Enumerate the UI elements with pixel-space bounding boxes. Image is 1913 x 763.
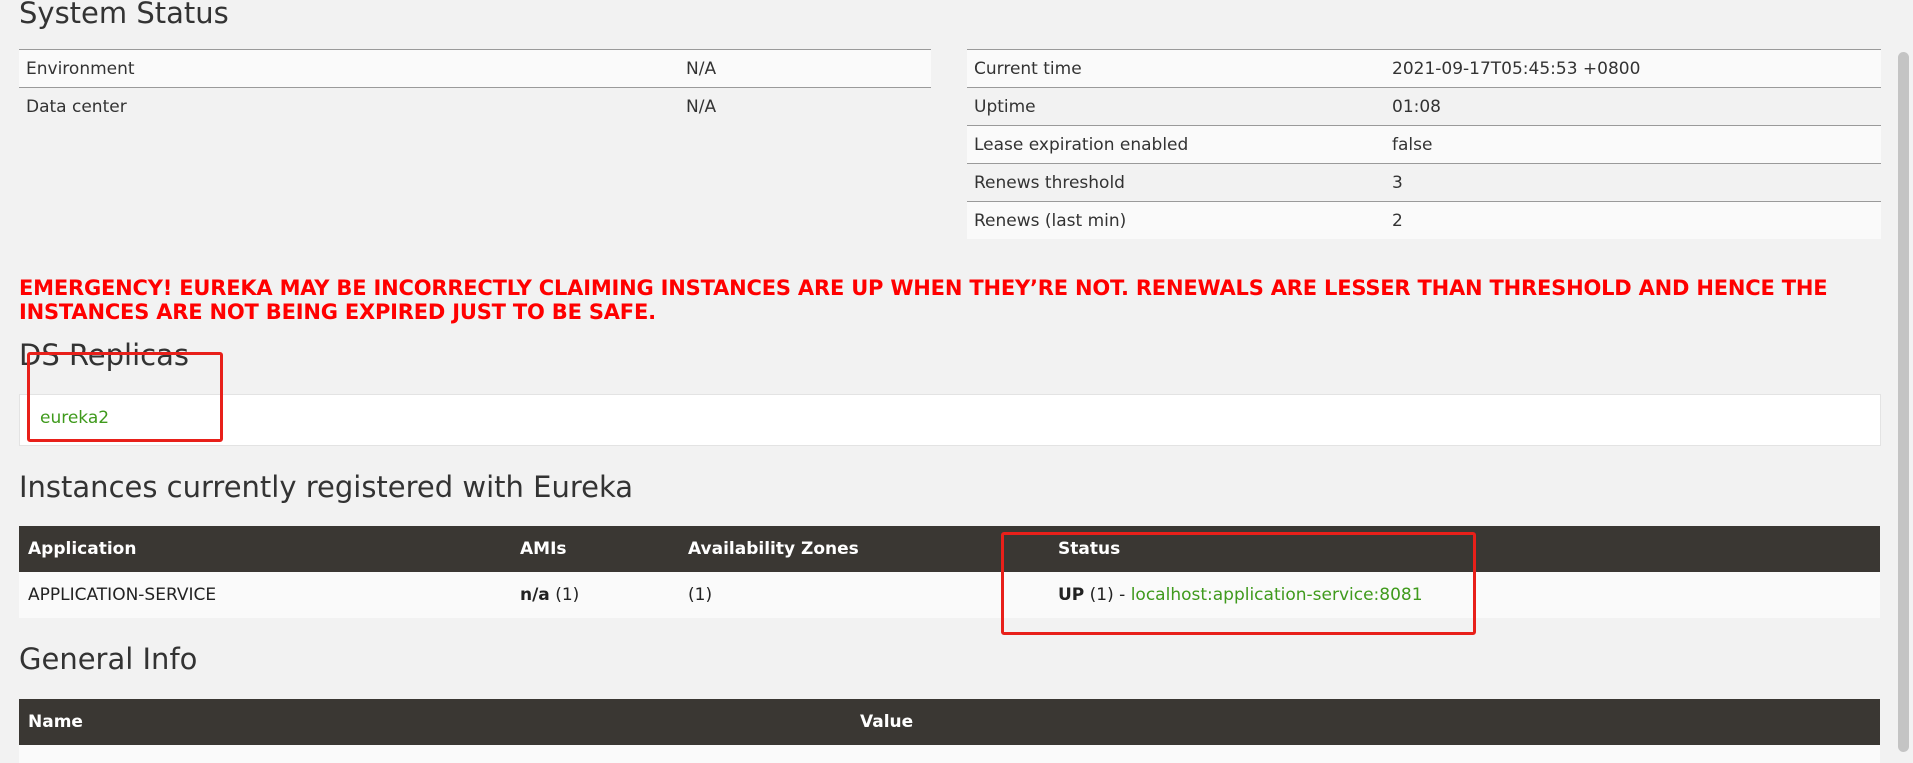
application-name: APPLICATION-SERVICE [19, 572, 511, 618]
zones-cell: (1) [679, 572, 1049, 618]
eureka-dashboard: System Status Environment N/A Data cente… [0, 0, 1913, 763]
current-time-value: 2021-09-17T05:45:53 +0800 [1385, 49, 1881, 88]
uptime-value: 01:08 [1385, 87, 1881, 126]
header-status: Status [1049, 526, 1880, 572]
status-value: UP [1058, 585, 1085, 605]
table-row: Uptime 01:08 [967, 87, 1881, 126]
status-count: (1) - [1089, 585, 1126, 605]
header-name: Name [19, 699, 851, 745]
header-zones: Availability Zones [679, 526, 1049, 572]
table-row: Renews threshold 3 [967, 163, 1881, 202]
table-header-row: Application AMIs Availability Zones Stat… [19, 526, 1880, 572]
header-amis: AMIs [511, 526, 679, 572]
threshold-value: 3 [1385, 163, 1881, 202]
table-row: Environment N/A [19, 49, 931, 88]
header-value: Value [851, 699, 1880, 745]
lease-key: Lease expiration enabled [967, 125, 1385, 164]
ds-replicas-title: DS Replicas [19, 338, 189, 372]
emergency-warning: EMERGENCY! EUREKA MAY BE INCORRECTLY CLA… [19, 276, 1879, 324]
renews-key: Renews (last min) [967, 201, 1385, 239]
env-value: N/A [679, 49, 931, 88]
uptime-key: Uptime [967, 87, 1385, 126]
lease-value: false [1385, 125, 1881, 164]
table-row: Lease expiration enabled false [967, 125, 1881, 164]
env-key: Environment [19, 49, 679, 88]
replicas-list: eureka2 [19, 394, 1881, 446]
renews-value: 2 [1385, 201, 1881, 239]
amis-count: (1) [555, 585, 580, 605]
amis-value: n/a [520, 585, 550, 605]
instances-table: Application AMIs Availability Zones Stat… [19, 526, 1880, 618]
status-table: Current time 2021-09-17T05:45:53 +0800 U… [967, 49, 1881, 239]
header-application: Application [19, 526, 511, 572]
current-time-key: Current time [967, 49, 1385, 88]
threshold-key: Renews threshold [967, 163, 1385, 202]
table-row: APPLICATION-SERVICE n/a (1) (1) UP (1) -… [19, 572, 1880, 618]
scrollbar-thumb[interactable] [1898, 52, 1909, 752]
emergency-line-2: INSTANCES ARE NOT BEING EXPIRED JUST TO … [19, 300, 656, 324]
table-header-row: Name Value [19, 699, 1880, 745]
table-row: Renews (last min) 2 [967, 201, 1881, 239]
replica-link-eureka2[interactable]: eureka2 [40, 408, 109, 428]
datacenter-value: N/A [679, 87, 931, 125]
system-status-title: System Status [19, 0, 229, 30]
amis-cell: n/a (1) [511, 572, 679, 618]
datacenter-key: Data center [19, 87, 679, 125]
table-row [19, 745, 1880, 763]
table-row: Current time 2021-09-17T05:45:53 +0800 [967, 49, 1881, 88]
emergency-line-1: EMERGENCY! EUREKA MAY BE INCORRECTLY CLA… [19, 276, 1828, 300]
scrollbar[interactable] [1893, 0, 1913, 763]
general-info-title: General Info [19, 642, 198, 676]
table-row: Data center N/A [19, 87, 931, 125]
environment-table: Environment N/A Data center N/A [19, 49, 931, 125]
instances-title: Instances currently registered with Eure… [19, 470, 634, 504]
instance-link[interactable]: localhost:application-service:8081 [1131, 585, 1423, 605]
status-cell: UP (1) - localhost:application-service:8… [1049, 572, 1880, 618]
general-info-table: Name Value [19, 699, 1880, 745]
